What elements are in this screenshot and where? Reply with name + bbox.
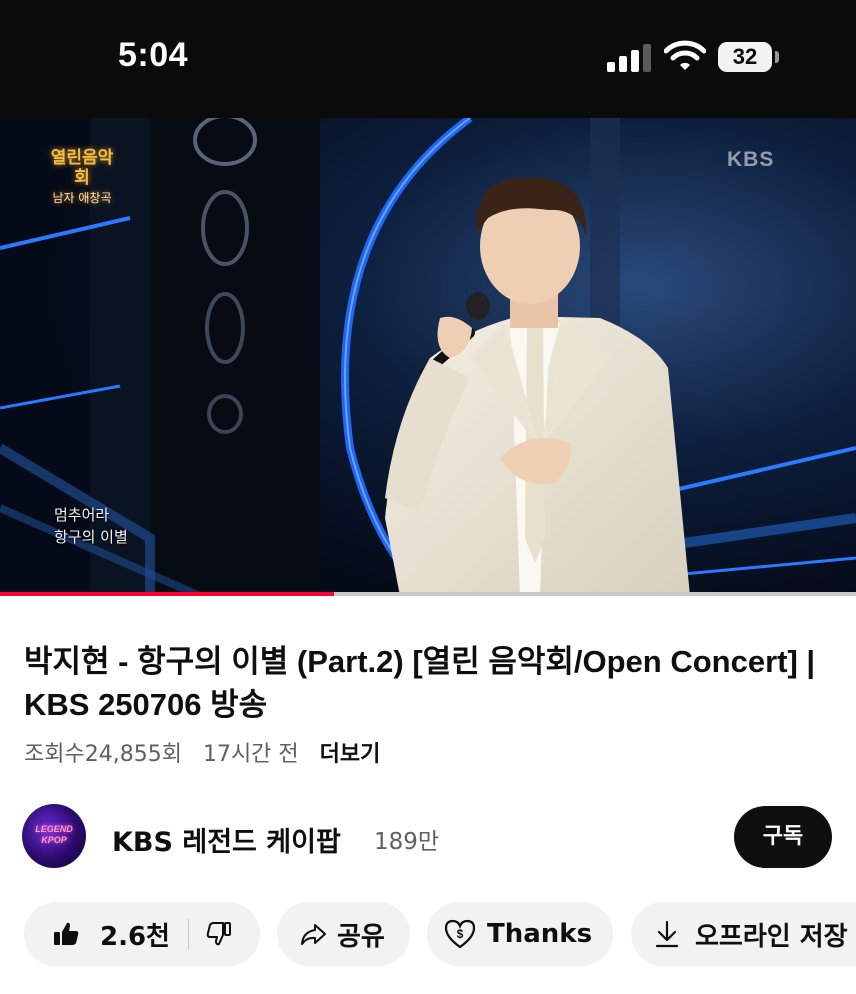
status-time: 5:04 (118, 36, 189, 74)
show-logo: 열린음악회 남자 애창곡 (44, 148, 120, 208)
offline-save-label: 오프라인 저장 (695, 921, 848, 952)
avatar-logo-text: LEGEND KPOP (35, 824, 73, 845)
video-player[interactable]: 열린음악회 남자 애창곡 KBS 멈추어라 항구의 이별 (0, 118, 856, 596)
thanks-heart-icon: $ (444, 919, 476, 949)
channel-avatar[interactable]: LEGEND KPOP (22, 804, 86, 868)
svg-text:$: $ (457, 927, 464, 941)
battery-icon: 32 (718, 42, 772, 72)
like-count[interactable]: 2.6천 (100, 916, 170, 953)
thanks-button[interactable]: $ Thanks (427, 902, 613, 966)
thanks-label: Thanks (487, 919, 593, 949)
like-dislike-chip: 2.6천 (24, 902, 260, 966)
video-title[interactable]: 박지현 - 항구의 이별 (Part.2) [열린 음악회/Open Conce… (24, 640, 824, 726)
subscriber-count: 189만 (374, 829, 440, 855)
video-progress-bar[interactable] (0, 592, 856, 596)
video-frame (0, 118, 856, 596)
thumbs-up-icon[interactable] (52, 920, 80, 948)
share-label: 공유 (337, 921, 385, 952)
wifi-icon (664, 40, 706, 70)
subscribe-button[interactable]: 구독 (734, 806, 832, 868)
caption-line-1: 멈추어라 (54, 506, 110, 524)
offline-save-button[interactable]: 오프라인 저장 (631, 902, 856, 966)
broadcaster-watermark: KBS (727, 148, 775, 171)
battery-tip (775, 51, 779, 63)
view-count: 조회수24,855회 (24, 742, 182, 767)
upload-age: 17시간 전 (202, 742, 299, 767)
more-link[interactable]: 더보기 (320, 742, 381, 767)
download-icon (655, 920, 679, 948)
status-bar: 5:04 32 (0, 0, 856, 118)
channel-name[interactable]: KBS 레전드 케이팝 (112, 820, 341, 859)
share-icon (301, 924, 326, 945)
song-caption: 멈추어라 항구의 이별 (54, 504, 128, 548)
show-logo-subtitle: 남자 애창곡 (52, 191, 112, 205)
caption-line-2: 항구의 이별 (54, 528, 128, 546)
video-meta[interactable]: 조회수24,855회 17시간 전 더보기 (24, 736, 394, 768)
video-progress-fill (0, 592, 334, 596)
cellular-signal-icon (607, 44, 653, 72)
channel-row: LEGEND KPOP KBS 레전드 케이팝 189만 구독 (22, 800, 834, 872)
show-logo-title: 열린음악회 (50, 148, 114, 188)
like-divider (187, 919, 189, 949)
share-button[interactable]: 공유 (277, 902, 410, 966)
thumbs-down-icon[interactable] (205, 920, 233, 948)
